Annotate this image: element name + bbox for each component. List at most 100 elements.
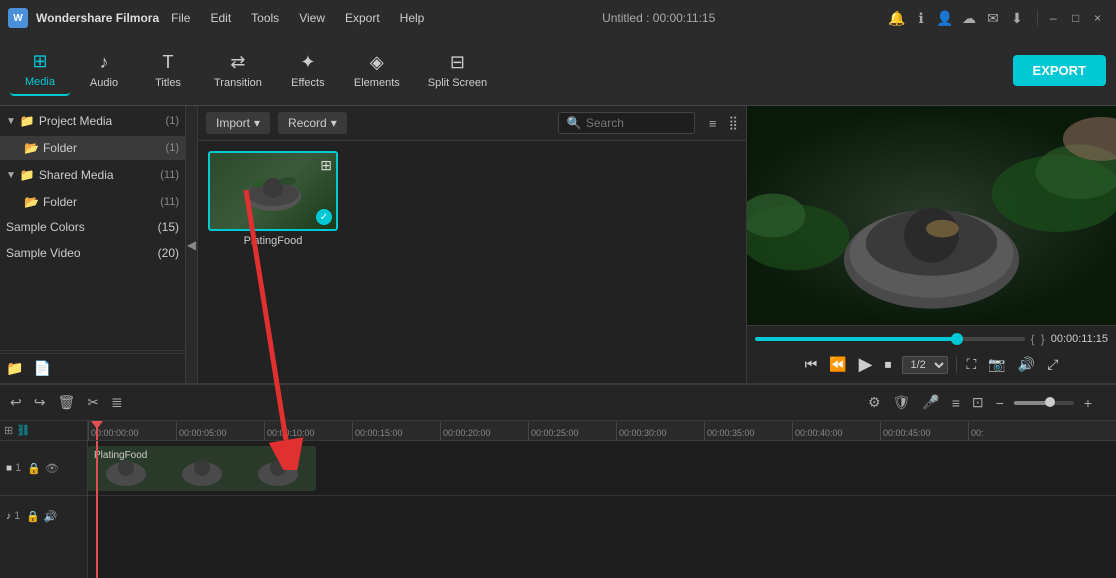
playhead-line bbox=[96, 441, 98, 578]
media-item-platingfood[interactable]: ⊞ ✓ PlatingFood bbox=[208, 151, 338, 251]
tab-transition[interactable]: ⇄ Transition bbox=[202, 46, 274, 95]
redo-button[interactable]: ↪ bbox=[32, 392, 48, 413]
menu-file[interactable]: File bbox=[167, 9, 194, 27]
time-display: 00:00:11:15 bbox=[1051, 333, 1108, 345]
skip-back-button[interactable]: ⏮ bbox=[803, 354, 820, 375]
minimize-button[interactable]: – bbox=[1050, 11, 1064, 25]
track-eye-icon[interactable]: 👁 bbox=[45, 462, 59, 475]
project-folder-count: (1) bbox=[166, 142, 179, 154]
media-item-label: PlatingFood bbox=[208, 231, 338, 251]
playback-controls: ⏮ ⏪ ▶ ⏹ 1/2 ⛶ 📷 🔊 ⤢ bbox=[755, 352, 1108, 377]
filter-icon[interactable]: ≡ bbox=[709, 116, 717, 131]
export-button[interactable]: EXPORT bbox=[1013, 55, 1106, 86]
progress-fill bbox=[755, 337, 957, 341]
tab-media[interactable]: ⊞ Media bbox=[10, 45, 70, 96]
video-track: PlatingFood bbox=[88, 441, 1116, 496]
project-media-folder-icon: 📁 bbox=[20, 114, 35, 128]
ruler-mark-10: 00: bbox=[968, 421, 1056, 440]
tab-titles[interactable]: T Titles bbox=[138, 46, 198, 95]
step-back-button[interactable]: ⏪ bbox=[827, 354, 848, 375]
tab-audio[interactable]: ♪ Audio bbox=[74, 46, 134, 95]
mail-icon[interactable]: ✉ bbox=[985, 10, 1001, 26]
delete-button[interactable]: 🗑 bbox=[55, 392, 77, 413]
menu-tools[interactable]: Tools bbox=[247, 9, 283, 27]
zoom-out-icon[interactable]: − bbox=[994, 393, 1006, 413]
menu-export[interactable]: Export bbox=[341, 9, 384, 27]
menu-view[interactable]: View bbox=[295, 9, 329, 27]
video-clip[interactable]: PlatingFood bbox=[88, 446, 316, 491]
grid-view-icon[interactable]: ⣿ bbox=[728, 115, 738, 131]
bracket-right[interactable]: } bbox=[1041, 332, 1045, 346]
bracket-left[interactable]: { bbox=[1031, 332, 1035, 346]
play-button[interactable]: ▶ bbox=[857, 352, 875, 377]
track-lock-icon[interactable]: 🔒 bbox=[27, 462, 41, 475]
sample-video-item[interactable]: Sample Video (20) bbox=[0, 240, 185, 266]
cut-button[interactable]: ✂ bbox=[85, 392, 101, 413]
ruler-mark-7: 00:00:35:00 bbox=[704, 421, 792, 440]
menu-edit[interactable]: Edit bbox=[206, 9, 235, 27]
search-input[interactable] bbox=[586, 116, 686, 130]
shared-folder-title: Folder bbox=[43, 195, 160, 209]
shared-media-folder-icon: 📁 bbox=[20, 168, 35, 182]
shared-media-header[interactable]: ▼ 📁 Shared Media (11) bbox=[0, 160, 185, 190]
audio-lock-icon[interactable]: 🔒 bbox=[26, 510, 40, 523]
project-folder-item[interactable]: 📂 Folder (1) bbox=[0, 136, 185, 160]
thumb-selected-check: ✓ bbox=[316, 209, 332, 225]
shared-folder-item[interactable]: 📂 Folder (11) bbox=[0, 190, 185, 214]
menu-help[interactable]: Help bbox=[396, 9, 429, 27]
shared-media-count: (11) bbox=[160, 169, 179, 181]
crop-icon[interactable]: ⤢ bbox=[1045, 354, 1060, 375]
collapse-panel-button[interactable]: ◀ bbox=[186, 106, 198, 383]
mic-icon[interactable]: 🎤 bbox=[920, 392, 941, 413]
account-icon[interactable]: 👤 bbox=[937, 10, 953, 26]
link-icon[interactable]: ⛓ bbox=[16, 424, 30, 437]
sample-colors-item[interactable]: Sample Colors (15) bbox=[0, 214, 185, 240]
fullscreen-icon[interactable]: ⛶ bbox=[965, 354, 979, 375]
import-button[interactable]: Import ▾ bbox=[206, 112, 270, 134]
project-media-header[interactable]: ▼ 📁 Project Media (1) bbox=[0, 106, 185, 136]
pip-icon[interactable]: ⊡ bbox=[970, 392, 986, 413]
screenshot-icon[interactable]: 📷 bbox=[986, 354, 1007, 375]
subtitle-icon[interactable]: ≡ bbox=[950, 393, 962, 413]
speed-select[interactable]: 1/2 bbox=[902, 356, 948, 374]
playhead[interactable] bbox=[96, 421, 98, 440]
zoom-slider[interactable] bbox=[1014, 401, 1074, 405]
sample-video-label: Sample Video bbox=[6, 246, 81, 260]
zoom-in-icon[interactable]: + bbox=[1082, 393, 1094, 413]
project-folder-icon: 📂 bbox=[24, 141, 39, 155]
import-label: Import bbox=[216, 116, 250, 130]
tab-effects[interactable]: ✦ Effects bbox=[278, 46, 338, 95]
new-folder-icon[interactable]: 📁 bbox=[6, 360, 23, 377]
ruler-mark-4: 00:00:20:00 bbox=[440, 421, 528, 440]
undo-button[interactable]: ↩ bbox=[8, 392, 24, 413]
audio-vol-icon[interactable]: 🔊 bbox=[44, 510, 58, 523]
maximize-button[interactable]: □ bbox=[1072, 11, 1086, 25]
titles-icon: T bbox=[163, 52, 174, 73]
sample-colors-label: Sample Colors bbox=[6, 220, 85, 234]
stop-button[interactable]: ⏹ bbox=[883, 354, 894, 375]
tab-splitscreen[interactable]: ⊟ Split Screen bbox=[416, 46, 499, 95]
timeline: ↩ ↪ 🗑 ✂ ≣ ⚙ 🛡 🎤 ≡ ⊡ − + ⊞ bbox=[0, 383, 1116, 578]
center-panel: Import ▾ Record ▾ 🔍 ≡ ⣿ ⊞ bbox=[198, 106, 746, 383]
shield-icon[interactable]: 🛡 bbox=[891, 392, 913, 413]
new-project-icon[interactable]: 📄 bbox=[33, 360, 50, 377]
search-box: 🔍 bbox=[558, 112, 695, 134]
close-button[interactable]: × bbox=[1094, 11, 1108, 25]
progress-track[interactable] bbox=[755, 337, 1025, 341]
ruler-mark-9: 00:00:45:00 bbox=[880, 421, 968, 440]
info-icon[interactable]: ℹ bbox=[913, 10, 929, 26]
download-icon[interactable]: ⬇ bbox=[1009, 10, 1025, 26]
tab-elements[interactable]: ◈ Elements bbox=[342, 46, 412, 95]
notification-icon[interactable]: 🔔 bbox=[889, 10, 905, 26]
timeline-toolbar: ↩ ↪ 🗑 ✂ ≣ ⚙ 🛡 🎤 ≡ ⊡ − + bbox=[0, 385, 1116, 421]
snap-icon[interactable]: ⚙ bbox=[866, 392, 883, 413]
adjust-button[interactable]: ≣ bbox=[109, 392, 125, 413]
app-logo: W bbox=[8, 8, 28, 28]
transition-label: Transition bbox=[214, 77, 262, 89]
add-track-icon[interactable]: ⊞ bbox=[4, 424, 13, 437]
backup-icon[interactable]: ☁ bbox=[961, 10, 977, 26]
timeline-track-headers: ⊞ ⛓ ■ 1 🔒 👁 ♪ 1 🔒 bbox=[0, 421, 88, 578]
volume-icon[interactable]: 🔊 bbox=[1016, 354, 1037, 375]
left-panel: ▼ 📁 Project Media (1) 📂 Folder (1) ▼ 📁 S… bbox=[0, 106, 186, 383]
record-button[interactable]: Record ▾ bbox=[278, 112, 347, 134]
